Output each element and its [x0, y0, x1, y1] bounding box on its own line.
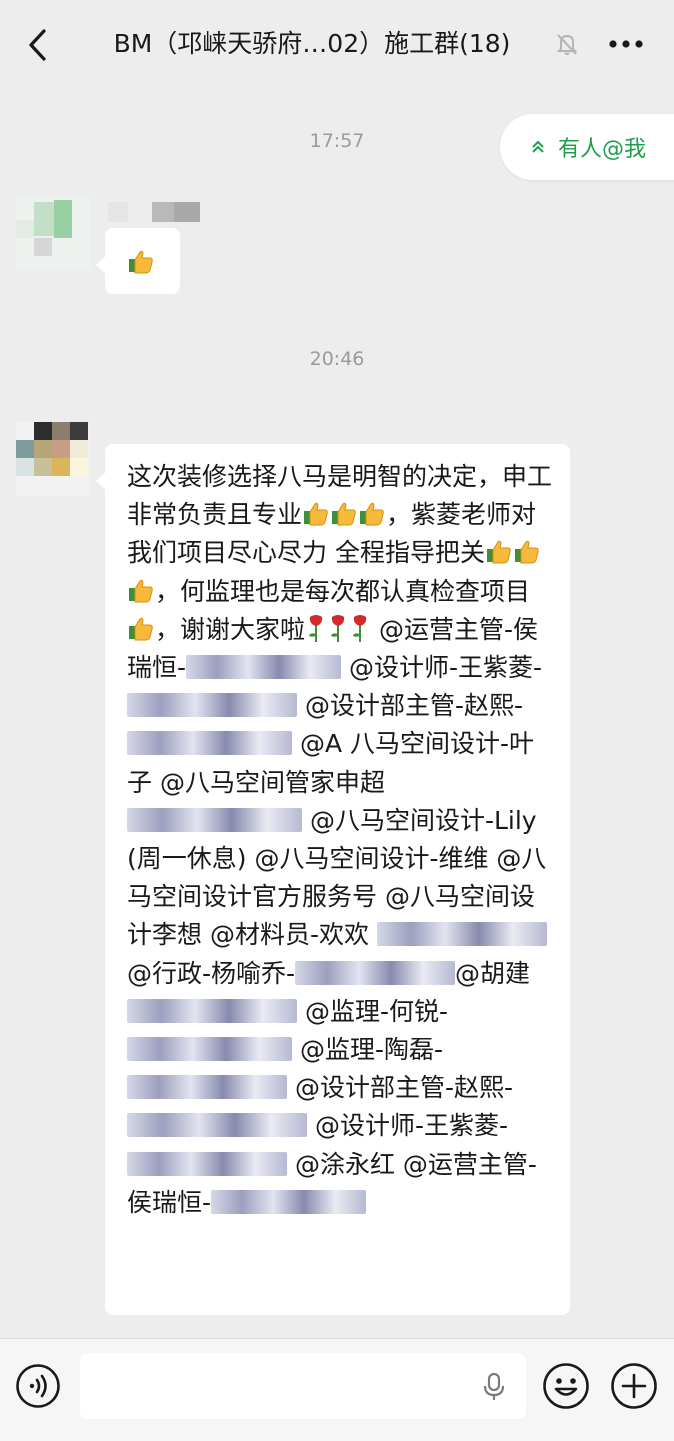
rose-emoji — [353, 614, 367, 642]
microphone-icon[interactable] — [482, 1372, 506, 1402]
double-chevron-up-icon — [532, 140, 544, 153]
rose-emoji — [331, 614, 345, 642]
chat-title: BM（邛崃天骄府…02）施工群(18) — [113, 29, 511, 58]
redacted-phone — [186, 655, 342, 680]
thumbs-up-emoji — [514, 541, 539, 564]
chevron-left-icon — [29, 29, 46, 61]
mention[interactable]: @胡建 — [455, 959, 530, 988]
redacted-phone — [127, 998, 297, 1023]
rose-emoji — [309, 614, 323, 642]
redacted-phone — [211, 1189, 367, 1214]
avatar[interactable] — [16, 422, 90, 496]
redacted-phone — [127, 1113, 307, 1138]
back-button[interactable] — [20, 26, 54, 64]
mention-me-label: 有人@我 — [558, 137, 647, 162]
bell-off-icon — [556, 34, 578, 55]
mention[interactable]: @行政-杨喻乔- — [127, 959, 295, 988]
thumbs-up-emoji — [129, 250, 153, 274]
ellipsis-icon — [609, 40, 643, 48]
thumbs-up-emoji — [332, 502, 356, 526]
emoji-icon[interactable] — [542, 1362, 590, 1410]
sender-name-redacted — [108, 202, 200, 222]
mention[interactable]: @设计部主管-赵熙- — [295, 1073, 513, 1102]
redacted-phone — [127, 1151, 287, 1176]
message-bubble[interactable] — [96, 228, 180, 294]
plus-icon[interactable] — [610, 1362, 658, 1410]
message-bubble[interactable]: 这次装修选择八马是明智的决定，申工非常负责且专业 ，紫菱老师对我们项目尽心尽力 全… — [96, 444, 570, 1315]
mention[interactable]: @监理-何锐- — [305, 997, 448, 1026]
redacted-phone — [127, 731, 292, 756]
redacted-phone — [376, 922, 547, 947]
more-button[interactable] — [604, 28, 648, 60]
chat-header: BM（邛崃天骄府…02）施工群(18) — [0, 0, 674, 88]
avatar[interactable] — [16, 196, 90, 270]
mention[interactable]: @设计师-王紫菱- — [349, 653, 542, 682]
redacted-phone — [127, 1037, 292, 1062]
redacted-phone — [127, 693, 297, 718]
voice-mode-icon[interactable] — [15, 1363, 61, 1409]
redacted-phone — [127, 807, 302, 832]
input-bar — [0, 1338, 674, 1441]
thumbs-up-emoji — [129, 579, 153, 603]
timestamp: 20:46 — [309, 348, 365, 370]
thumbs-up-emoji — [304, 502, 328, 526]
message-input[interactable] — [80, 1353, 526, 1419]
message-text: 这次装修选择八马是明智的决定，申工非常负责且专业 ，紫菱老师对我们项目尽心尽力 全… — [127, 458, 552, 1222]
redacted-phone — [127, 1075, 287, 1100]
mention-me-button[interactable]: 有人@我 — [500, 114, 674, 180]
redacted-phone — [295, 960, 456, 985]
mention[interactable]: @设计师-王紫菱- — [315, 1111, 508, 1140]
mention[interactable]: @监理-陶磊- — [300, 1035, 443, 1064]
message-segment: ，谢谢大家啦 — [155, 614, 306, 644]
thumbs-up-emoji — [129, 617, 153, 641]
mention[interactable]: @设计部主管-赵熙- — [305, 691, 523, 720]
message-segment: ，何监理也是每次都认真检查项目 — [155, 576, 531, 606]
thumbs-up-emoji — [486, 541, 511, 564]
thumbs-up-emoji — [360, 502, 384, 526]
